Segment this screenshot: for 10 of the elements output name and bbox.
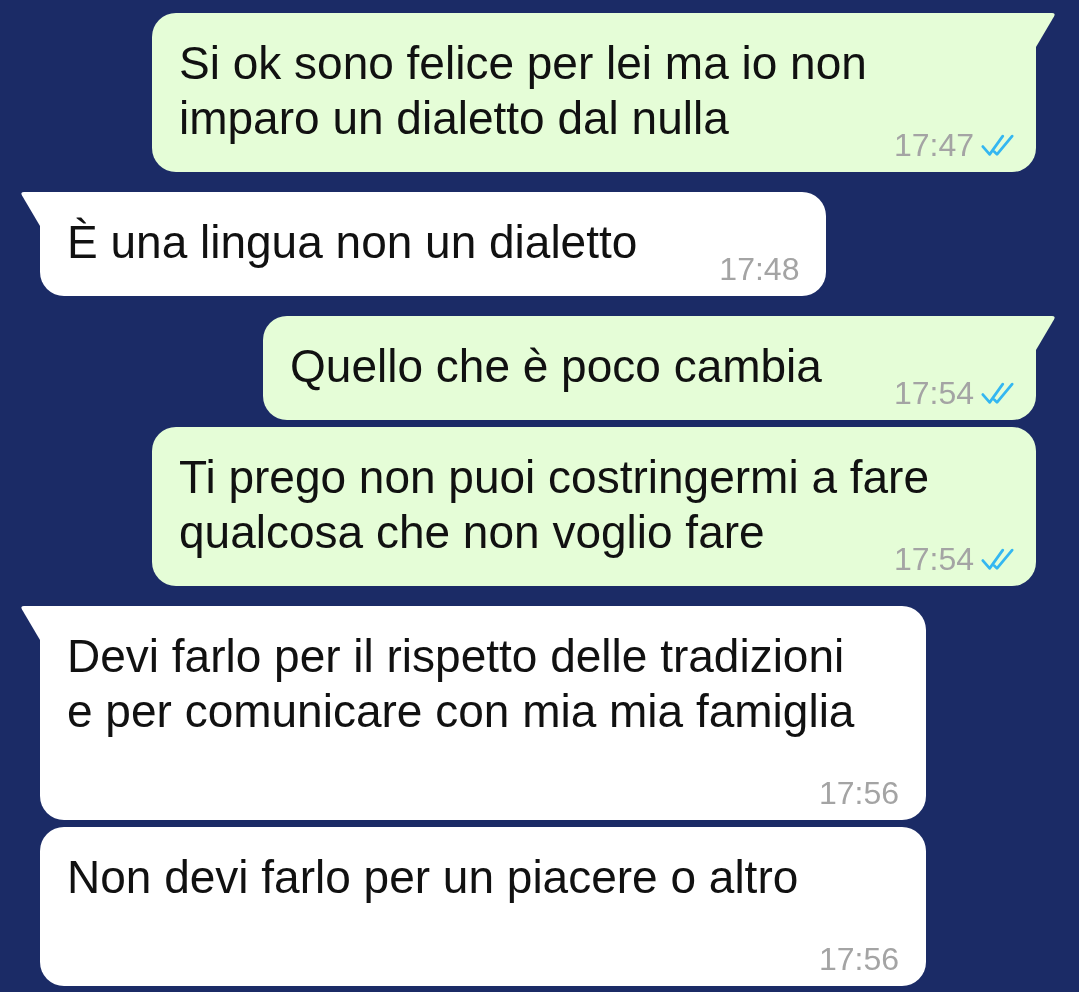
message-text: Non devi farlo per un piacere o altro: [67, 851, 799, 903]
message-text: Si ok sono felice per lei ma io non imparo un dialetto dal nulla: [179, 37, 867, 144]
message-time: 17:48: [719, 253, 800, 285]
message-text: Quello che è poco cambia: [290, 340, 822, 392]
message-time: 17:47: [893, 129, 974, 161]
message-text: Devi farlo per il rispetto delle tradizioni e per comunicare con mia mia famiglia: [67, 630, 855, 737]
message-time: 17:54: [893, 377, 974, 409]
message-time: 17:56: [818, 777, 899, 809]
message-text: È una lingua non un dialetto: [67, 216, 638, 268]
message-time: 17:56: [818, 943, 899, 975]
